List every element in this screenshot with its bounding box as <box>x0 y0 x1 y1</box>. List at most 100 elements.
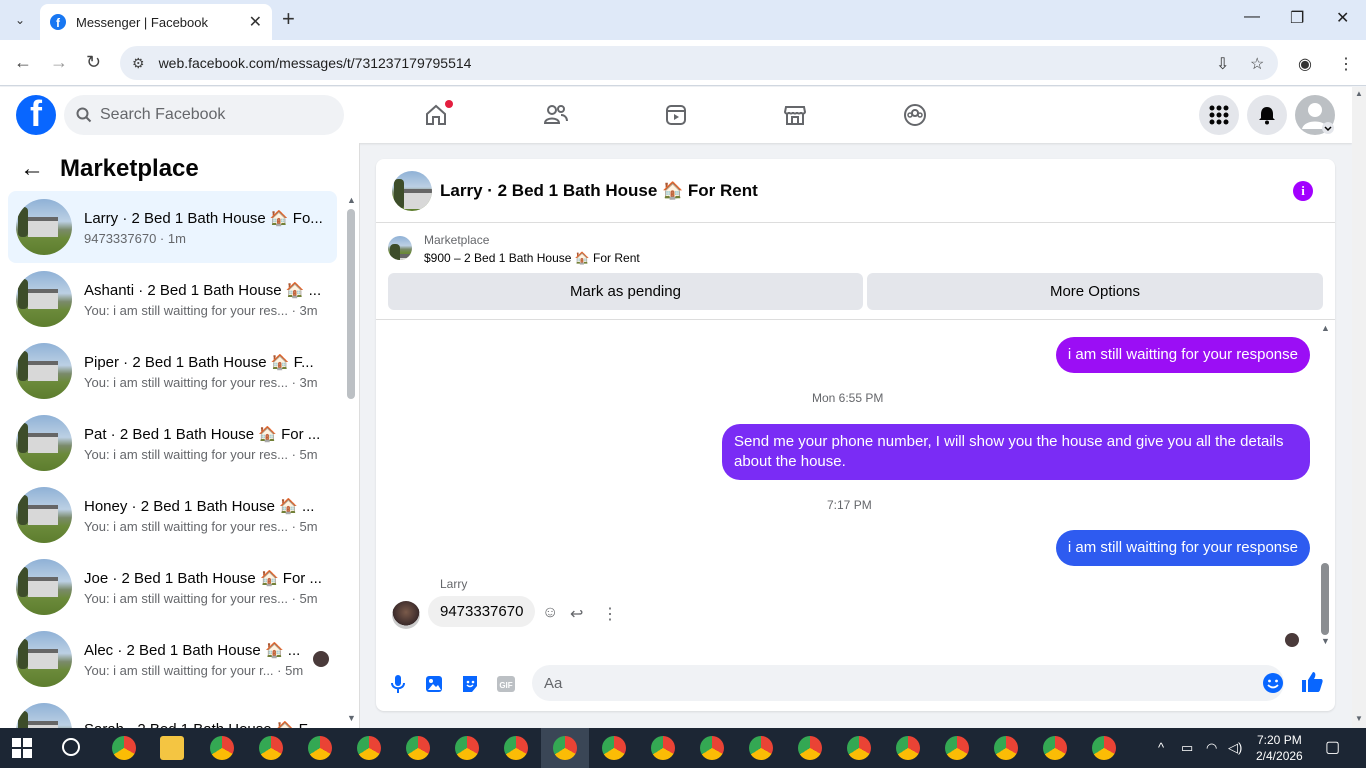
minimize-icon[interactable]: — <box>1244 8 1260 26</box>
chrome-icon[interactable] <box>945 736 969 760</box>
close-tab-icon[interactable]: ✕ <box>249 12 262 32</box>
chrome-icon[interactable] <box>994 736 1018 760</box>
chrome-icon[interactable] <box>455 736 479 760</box>
account-avatar[interactable] <box>1295 95 1335 135</box>
reply-icon[interactable]: ↩ <box>570 604 583 624</box>
list-scrollbar[interactable] <box>347 209 355 399</box>
react-emoji-icon[interactable]: ☺ <box>542 604 558 622</box>
reload-icon[interactable]: ↻ <box>86 52 101 73</box>
gif-icon[interactable]: GIF <box>494 672 518 696</box>
emoji-icon[interactable] <box>1261 671 1285 695</box>
restore-icon[interactable]: ❐ <box>1290 8 1304 28</box>
chrome-icon[interactable] <box>896 736 920 760</box>
back-icon[interactable]: ← <box>14 52 32 73</box>
conversation-item[interactable]: Sarah · 2 Bed 1 Bath House 🏠 F... <box>8 695 337 728</box>
chrome-icon[interactable] <box>112 736 136 760</box>
conversation-item[interactable]: Larry · 2 Bed 1 Bath House 🏠 Fo... 94733… <box>8 191 337 263</box>
photo-icon[interactable] <box>422 672 446 696</box>
bookmark-star-icon[interactable]: ☆ <box>1250 54 1264 74</box>
outgoing-message[interactable]: Send me your phone number, I will show y… <box>722 424 1310 480</box>
scroll-up-arrow-icon[interactable]: ▲ <box>347 195 356 205</box>
tab-search-dropdown[interactable]: ⌄ <box>8 8 32 32</box>
facebook-search[interactable] <box>64 95 344 135</box>
notification-center-icon[interactable]: ▢ <box>1325 737 1340 757</box>
mark-as-pending-button[interactable]: Mark as pending <box>388 273 863 310</box>
search-input[interactable] <box>100 106 320 124</box>
chat-avatar[interactable] <box>392 170 432 211</box>
show-hidden-icons-icon[interactable]: ^ <box>1158 740 1164 755</box>
profile-icon[interactable]: ◉ <box>1298 54 1312 74</box>
chrome-icon[interactable] <box>1092 736 1116 760</box>
notifications-bell-icon[interactable] <box>1247 95 1287 135</box>
forward-icon[interactable]: → <box>50 52 68 73</box>
friends-icon[interactable] <box>536 97 576 133</box>
close-window-icon[interactable]: ✕ <box>1336 8 1349 28</box>
conversation-item[interactable]: Pat · 2 Bed 1 Bath House 🏠 For ... You: … <box>8 407 337 479</box>
wifi-icon[interactable]: ◠ <box>1206 740 1217 756</box>
chrome-icon[interactable] <box>210 736 234 760</box>
microphone-icon[interactable] <box>386 672 410 696</box>
chrome-icon[interactable] <box>602 736 626 760</box>
browser-menu-icon[interactable]: ⋮ <box>1338 54 1354 74</box>
conversation-item[interactable]: Joe · 2 Bed 1 Bath House 🏠 For ... You: … <box>8 551 337 623</box>
file-explorer-icon[interactable] <box>160 736 184 760</box>
chrome-icon[interactable] <box>847 736 871 760</box>
taskbar-clock[interactable]: 7:20 PM 2/4/2026 <box>1256 732 1303 764</box>
listing-title[interactable]: $900 – 2 Bed 1 Bath House 🏠 For Rent <box>424 251 640 265</box>
thread-scrollbar[interactable] <box>1321 563 1329 635</box>
conversation-item[interactable]: Honey · 2 Bed 1 Bath House 🏠 ... You: i … <box>8 479 337 551</box>
address-bar[interactable]: ⚙ web.facebook.com/messages/t/7312371797… <box>120 46 1278 80</box>
scroll-down-arrow-icon[interactable]: ▼ <box>347 713 356 723</box>
listing-avatar <box>16 415 72 471</box>
conversation-item[interactable]: Piper · 2 Bed 1 Bath House 🏠 F... You: i… <box>8 335 337 407</box>
thread-scroll-up-icon[interactable]: ▲ <box>1321 323 1330 333</box>
like-thumb-icon[interactable] <box>1300 670 1324 694</box>
groups-icon[interactable] <box>895 97 935 133</box>
message-input[interactable] <box>532 665 1284 701</box>
page-scrollbar[interactable]: ▲ ▼ <box>1352 87 1366 728</box>
windows-taskbar: ^ ▭ ◠ ◁) 7:20 PM 2/4/2026 ▢ <box>0 728 1366 768</box>
chrome-icon[interactable] <box>798 736 822 760</box>
more-actions-icon[interactable]: ⋮ <box>602 604 618 624</box>
chrome-icon[interactable] <box>1043 736 1067 760</box>
install-app-icon[interactable]: ⇩ <box>1216 54 1229 74</box>
facebook-header: f <box>0 87 1352 143</box>
menu-grid-icon[interactable] <box>1199 95 1239 135</box>
chat-title[interactable]: Larry · 2 Bed 1 Bath House 🏠 For Rent <box>440 181 758 201</box>
page-scroll-up-icon[interactable]: ▲ <box>1355 89 1363 98</box>
info-icon[interactable]: i <box>1293 181 1313 201</box>
marketplace-icon[interactable] <box>775 97 815 133</box>
chrome-icon[interactable] <box>308 736 332 760</box>
video-icon[interactable] <box>656 97 696 133</box>
chrome-icon[interactable] <box>259 736 283 760</box>
chrome-icon[interactable] <box>749 736 773 760</box>
facebook-logo-icon[interactable]: f <box>16 95 56 135</box>
browser-tab[interactable]: f Messenger | Facebook ✕ <box>40 4 272 40</box>
chrome-icon[interactable] <box>553 736 577 760</box>
conversation-item[interactable]: Alec · 2 Bed 1 Bath House 🏠 ... You: i a… <box>8 623 337 695</box>
back-arrow-icon[interactable]: ← <box>20 155 44 183</box>
taskbar-search-icon[interactable] <box>62 738 80 756</box>
chrome-icon[interactable] <box>406 736 430 760</box>
search-icon <box>76 107 92 123</box>
sticker-icon[interactable] <box>458 672 482 696</box>
windows-start-icon[interactable] <box>12 738 32 758</box>
new-tab-button[interactable]: + <box>282 8 295 30</box>
site-info-icon[interactable]: ⚙ <box>132 55 145 72</box>
volume-icon[interactable]: ◁) <box>1228 740 1242 756</box>
thread-scroll-down-icon[interactable]: ▼ <box>1321 636 1330 646</box>
outgoing-message[interactable]: i am still waitting for your response <box>1055 337 1310 373</box>
chrome-icon[interactable] <box>504 736 528 760</box>
chrome-icon[interactable] <box>700 736 724 760</box>
incoming-message[interactable]: 9473337670 <box>428 596 536 627</box>
battery-icon[interactable]: ▭ <box>1181 740 1193 756</box>
listing-thumbnail[interactable] <box>388 236 412 260</box>
chrome-icon[interactable] <box>357 736 381 760</box>
outgoing-message[interactable]: i am still waitting for your response <box>1055 530 1310 566</box>
svg-text:GIF: GIF <box>499 681 512 690</box>
more-options-button[interactable]: More Options <box>867 273 1323 310</box>
chrome-icon[interactable] <box>651 736 675 760</box>
conversation-item[interactable]: Ashanti · 2 Bed 1 Bath House 🏠 ... You: … <box>8 263 337 335</box>
sender-avatar[interactable] <box>392 601 420 629</box>
page-scroll-down-icon[interactable]: ▼ <box>1355 714 1363 723</box>
